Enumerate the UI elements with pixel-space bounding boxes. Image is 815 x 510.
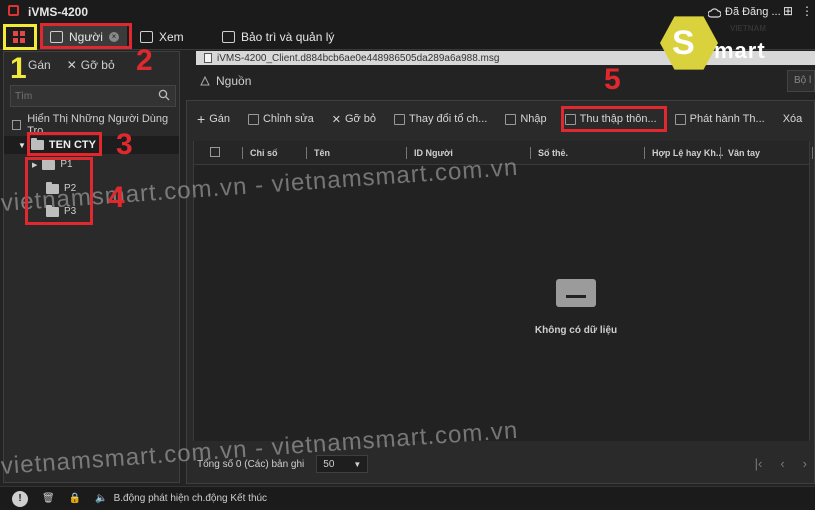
import-button[interactable]: Nhập (505, 113, 547, 125)
annotation-box-3 (27, 132, 102, 156)
annotation-box-5 (561, 106, 667, 132)
status-message: B.động phát hiện ch.động Kết thúc (113, 493, 268, 504)
column-divider (530, 147, 531, 159)
column-card-no[interactable]: Số thẻ. (538, 148, 568, 158)
annotation-number-5: 5 (604, 63, 621, 96)
issue-icon (674, 113, 686, 125)
column-divider (406, 147, 407, 159)
add-button[interactable]: + Gán (197, 111, 230, 127)
assign-button[interactable]: Gán (28, 58, 51, 72)
change-org-button[interactable]: Thay đổi tổ ch... (394, 113, 487, 125)
column-divider (306, 147, 307, 159)
change-org-label: Thay đổi tổ ch... (409, 113, 488, 125)
speaker-icon[interactable]: 🔈 (95, 493, 107, 504)
annotation-box-1 (3, 24, 37, 50)
column-name[interactable]: Tên (314, 148, 330, 158)
caret-down-icon[interactable]: ▼ (18, 141, 26, 150)
column-index[interactable]: Chỉ số (250, 148, 278, 158)
empty-message: Không có dữ liệu (534, 325, 618, 336)
column-divider (644, 147, 645, 159)
brand-logo: S VIETNAM mart (660, 14, 780, 74)
organization-panel: Gán ✕ Gỡ bỏ Hiển Thị Những Người Dùng Tr… (3, 51, 180, 483)
plus-icon: + (197, 111, 206, 127)
trash-icon[interactable]: 🗑 (42, 493, 55, 504)
left-toolbar: Gán ✕ Gỡ bỏ (4, 52, 179, 78)
search-icon[interactable] (158, 89, 170, 101)
annotation-number-1: 1 (10, 52, 27, 85)
camera-icon (140, 31, 153, 43)
brand-small-text: VIETNAM (730, 24, 766, 33)
tab-maintenance-label: Bảo trì và quản lý (241, 30, 335, 44)
next-page-icon[interactable]: › (803, 456, 807, 471)
brand-text: mart (714, 38, 766, 63)
column-divider (720, 147, 721, 159)
delete-button[interactable]: Xóa (783, 113, 803, 125)
add-button-label: Gán (209, 113, 230, 125)
x-icon: ✕ (66, 58, 77, 72)
chevron-down-icon: ▼ (353, 459, 362, 469)
annotation-number-2: 2 (136, 44, 153, 77)
first-page-icon[interactable]: |‹ (755, 456, 763, 471)
maintenance-icon (222, 31, 235, 43)
breadcrumb-label: Nguồn (216, 74, 252, 88)
x-icon: ✕ (331, 113, 341, 126)
menu-icon[interactable]: ⋮ (801, 4, 813, 18)
file-icon (204, 53, 212, 63)
org-icon (394, 113, 406, 125)
org-search-box (10, 85, 176, 107)
issue-card-button[interactable]: Phát hành Th... (674, 113, 765, 125)
filter-input[interactable]: Bộ l (787, 70, 815, 92)
edit-icon (247, 113, 259, 125)
delete-button-label: Xóa (782, 113, 803, 125)
page-size-value: 50 (323, 458, 335, 470)
dashboard-icon[interactable]: ⊞ (783, 4, 793, 18)
issue-card-label: Phát hành Th... (689, 113, 765, 125)
annotation-number-4: 4 (108, 181, 125, 214)
annotation-box-2 (40, 23, 132, 49)
annotation-box-4 (25, 157, 93, 225)
person-toolbar: + Gán Chỉnh sửa ✕ Gỡ bỏ Thay đổi tổ ch... … (197, 109, 802, 129)
status-bar: ! 🗑 🔒 🔈 B.động phát hiện ch.động Kết thú… (0, 486, 815, 510)
remove-button-label: Gỡ bỏ (80, 58, 115, 72)
app-title: iVMS-4200 (28, 5, 89, 19)
column-divider (242, 147, 243, 159)
app-logo-icon (8, 5, 19, 16)
file-name: iVMS-4200_Client.d884bcb6ae0e448986505da… (217, 52, 500, 64)
import-button-label: Nhập (520, 113, 547, 125)
pagination: |‹ ‹ › (755, 456, 807, 471)
tab-maintenance[interactable]: Bảo trì và quản lý (214, 26, 342, 48)
import-icon (505, 113, 517, 125)
empty-box-icon (556, 279, 596, 307)
column-validity[interactable]: Hợp Lệ hay Kh... (652, 148, 723, 158)
org-search-input[interactable] (11, 86, 151, 106)
tab-view-label: Xem (159, 30, 184, 44)
edit-button[interactable]: Chỉnh sửa (247, 113, 314, 125)
remove-person-label: Gỡ bỏ (344, 113, 377, 125)
edit-button-label: Chỉnh sửa (262, 113, 314, 125)
select-all-checkbox[interactable] (210, 147, 220, 157)
source-icon (200, 76, 210, 86)
column-fingerprint[interactable]: Vân tay (728, 148, 760, 158)
alert-icon[interactable]: ! (12, 490, 28, 507)
remove-person-button[interactable]: ✕ Gỡ bỏ (332, 113, 376, 126)
column-divider (812, 147, 813, 159)
breadcrumb: Nguồn (200, 74, 251, 88)
prev-page-icon[interactable]: ‹ (780, 456, 784, 471)
show-sub-checkbox[interactable] (12, 120, 22, 130)
remove-button[interactable]: ✕ Gỡ bỏ (67, 58, 115, 72)
lock-icon[interactable]: 🔒 (69, 493, 81, 504)
column-person-id[interactable]: ID Người (414, 148, 453, 158)
annotation-number-3: 3 (116, 128, 133, 161)
brand-logo-letter: S (672, 24, 695, 62)
